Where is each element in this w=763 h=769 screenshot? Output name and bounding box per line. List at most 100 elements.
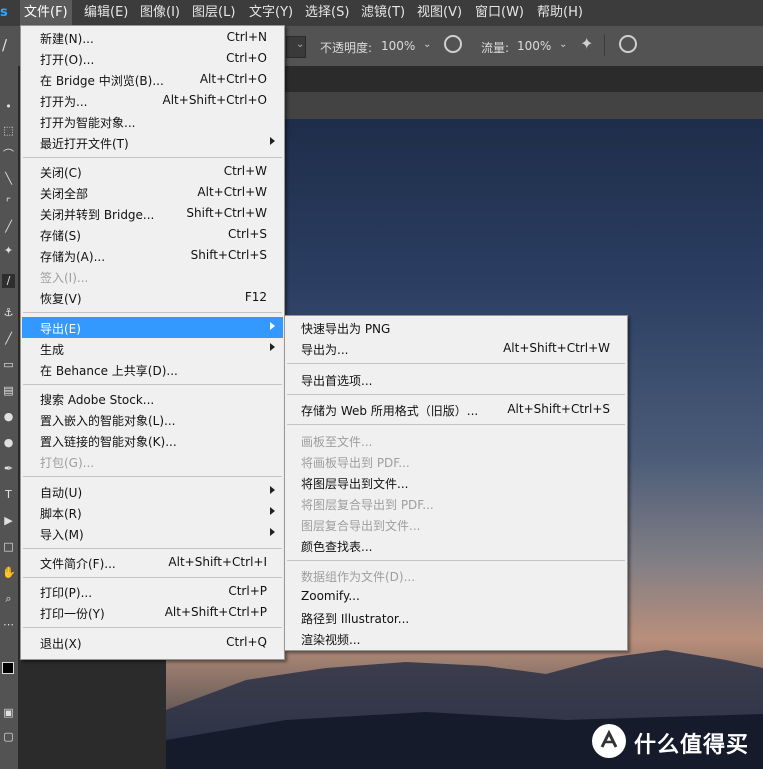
history-brush-tool-icon[interactable]: ╱ (2, 332, 15, 346)
menubar-item-3[interactable]: 图层(L) (188, 0, 239, 26)
menu-item-label: 导出为... (301, 343, 349, 357)
menu-item-shortcut: Alt+Shift+Ctrl+S (507, 402, 610, 416)
file-menu-item[interactable]: 置入嵌入的智能对象(L)... (22, 409, 283, 430)
flow-chevron-icon[interactable]: ⌄ (559, 39, 567, 50)
export-submenu-item[interactable]: Zoomify... (286, 586, 626, 607)
path-select-tool-icon[interactable]: ▶ (2, 514, 15, 528)
menu-separator (23, 577, 282, 578)
file-menu-item[interactable]: 退出(X) Ctrl+Q (22, 632, 283, 653)
pressure-size-icon[interactable] (619, 35, 637, 53)
menubar-item-2[interactable]: 图像(I) (136, 0, 184, 26)
brush-tool-icon[interactable]: ∕ (2, 274, 15, 288)
file-menu-item[interactable]: 打开为智能对象... (22, 111, 283, 132)
dodge-tool-icon[interactable]: ● (2, 436, 15, 450)
menu-item-label: 导出首选项... (301, 373, 373, 388)
quick-select-tool-icon[interactable]: ╲ (2, 172, 15, 186)
export-submenu-item[interactable]: 导出为... Alt+Shift+Ctrl+W (286, 338, 626, 359)
opacity-chevron-icon[interactable]: ⌄ (423, 39, 431, 50)
export-submenu-item[interactable]: 渲染视频... (286, 628, 626, 649)
menu-item-label: 关闭并转到 Bridge... (40, 208, 155, 223)
menubar-item-1[interactable]: 编辑(E) (80, 0, 132, 26)
menu-separator (23, 383, 282, 385)
gradient-tool-icon[interactable]: ▤ (2, 384, 15, 398)
menubar-item-7[interactable]: 视图(V) (413, 0, 466, 26)
tools-panel: • ⬚ ⌒ ╲ ⌜ ╱ ✦ ∕ ⚓ ╱ ▭ ▤ ● ● ✒ T ▶ □ ✋ ⌕ … (0, 66, 19, 769)
menubar-item-4[interactable]: 文字(Y) (245, 0, 297, 26)
submenu-arrow-icon (270, 321, 275, 330)
file-menu-item[interactable]: 在 Bridge 中浏览(B)... Alt+Ctrl+O (22, 69, 283, 90)
export-submenu-item[interactable]: 颜色查找表... (286, 535, 626, 556)
menu-item-label: 将图层导出到文件... (301, 476, 409, 491)
menubar-item-6[interactable]: 滤镜(T) (357, 0, 409, 26)
file-menu-item[interactable]: 最近打开文件(T) (22, 132, 283, 153)
pressure-opacity-icon[interactable] (444, 35, 462, 53)
menubar-item-8[interactable]: 窗口(W) (471, 0, 528, 26)
file-menu-item[interactable]: 打印一份(Y) Alt+Shift+Ctrl+P (22, 602, 283, 623)
file-menu-item[interactable]: 自动(U) (22, 481, 283, 502)
file-menu-item[interactable]: 置入链接的智能对象(K)... (22, 430, 283, 451)
export-submenu: 快速导出为 PNG 导出为... Alt+Shift+Ctrl+W 导出首选项... 存… (284, 315, 628, 651)
eyedropper-tool-icon[interactable]: ╱ (2, 220, 15, 234)
more-tools-icon[interactable]: ⋯ (2, 618, 15, 632)
app-logo: s (0, 5, 8, 20)
lasso-tool-icon[interactable]: ⌒ (2, 148, 15, 162)
menubar-item-0[interactable]: 文件(F) (20, 0, 72, 26)
file-menu-item[interactable]: 关闭(C) Ctrl+W (22, 161, 283, 182)
menu-item-label: 渲染视频... (301, 633, 361, 647)
menubar-item-5[interactable]: 选择(S) (301, 0, 353, 26)
file-menu-item[interactable]: 打印(P)... Ctrl+P (22, 581, 283, 602)
chevron-down-icon[interactable]: ⌄ (296, 39, 304, 50)
file-menu-item[interactable]: 文件简介(F)... Alt+Shift+Ctrl+I (22, 552, 283, 573)
export-submenu-item[interactable]: 路径到 Illustrator... (286, 607, 626, 628)
menu-item-shortcut: Shift+Ctrl+S (190, 248, 267, 263)
menubar-item-9[interactable]: 帮助(H) (533, 0, 587, 26)
type-tool-icon[interactable]: T (2, 488, 15, 502)
menu-item-label: 将画板导出到 PDF... (301, 455, 410, 470)
move-tool-icon[interactable]: • (2, 100, 15, 114)
export-submenu-item[interactable]: 存储为 Web 所用格式（旧版）... Alt+Shift+Ctrl+S (286, 399, 626, 420)
menu-item-label: 打开为智能对象... (40, 116, 136, 130)
screen-mode-icon[interactable]: ▢ (2, 730, 15, 744)
export-submenu-item[interactable]: 导出首选项... (286, 369, 626, 390)
file-menu-item[interactable]: 恢复(V) F12 (22, 287, 283, 308)
file-menu-item[interactable]: 生成 (22, 338, 283, 359)
file-menu-item[interactable]: 关闭全部 Alt+Ctrl+W (22, 182, 283, 203)
menu-item-shortcut: F12 (244, 290, 267, 305)
file-menu-item[interactable]: 关闭并转到 Bridge... Shift+Ctrl+W (22, 203, 283, 224)
export-submenu-item[interactable]: 将图层导出到文件... (286, 472, 626, 493)
menu-item-shortcut: Ctrl+Q (226, 634, 267, 649)
eraser-tool-icon[interactable]: ▭ (2, 358, 15, 372)
file-menu-item[interactable]: 导出(E) (22, 316, 283, 338)
rectangle-tool-icon[interactable]: □ (2, 540, 15, 554)
file-menu-item[interactable]: 打开为... Alt+Shift+Ctrl+O (22, 90, 283, 111)
menu-item-label: 导入(M) (40, 527, 84, 542)
foreground-color-swatch[interactable] (2, 662, 14, 674)
brush-tool-icon[interactable]: ∕ (2, 36, 16, 54)
file-menu-item[interactable]: 搜索 Adobe Stock... (22, 388, 283, 409)
blur-tool-icon[interactable]: ● (2, 410, 15, 424)
file-menu-item[interactable]: 脚本(R) (22, 502, 283, 523)
menu-item-label: 置入嵌入的智能对象(L)... (40, 414, 176, 429)
clone-stamp-tool-icon[interactable]: ⚓ (2, 306, 15, 320)
crop-tool-icon[interactable]: ⌜ (2, 196, 15, 210)
airbrush-icon[interactable]: ✦ (580, 34, 593, 53)
zoom-tool-icon[interactable]: ⌕ (2, 592, 15, 606)
file-menu-item[interactable]: 在 Behance 上共享(D)... (22, 359, 283, 380)
export-submenu-item[interactable]: 快速导出为 PNG (286, 317, 626, 338)
hand-tool-icon[interactable]: ✋ (2, 566, 16, 580)
file-menu-item[interactable]: 存储(S) Ctrl+S (22, 224, 283, 245)
quick-mask-icon[interactable]: ▣ (2, 706, 15, 720)
marquee-tool-icon[interactable]: ⬚ (2, 124, 15, 138)
flow-value[interactable]: 100% (517, 39, 551, 53)
healing-tool-icon[interactable]: ✦ (2, 244, 15, 258)
pen-tool-icon[interactable]: ✒ (2, 462, 15, 476)
file-menu-item[interactable]: 存储为(A)... Shift+Ctrl+S (22, 245, 283, 266)
file-menu-item[interactable]: 打开(O)... Ctrl+O (22, 48, 283, 69)
submenu-arrow-icon (270, 485, 275, 494)
file-menu-item[interactable]: 导入(M) (22, 523, 283, 544)
menu-item-shortcut: Ctrl+P (228, 584, 267, 599)
file-menu-item[interactable]: 新建(N)... Ctrl+N (22, 27, 283, 48)
menu-separator (23, 312, 282, 314)
opacity-value[interactable]: 100% (381, 39, 415, 53)
file-menu-item: 打包(G)... (22, 451, 283, 472)
